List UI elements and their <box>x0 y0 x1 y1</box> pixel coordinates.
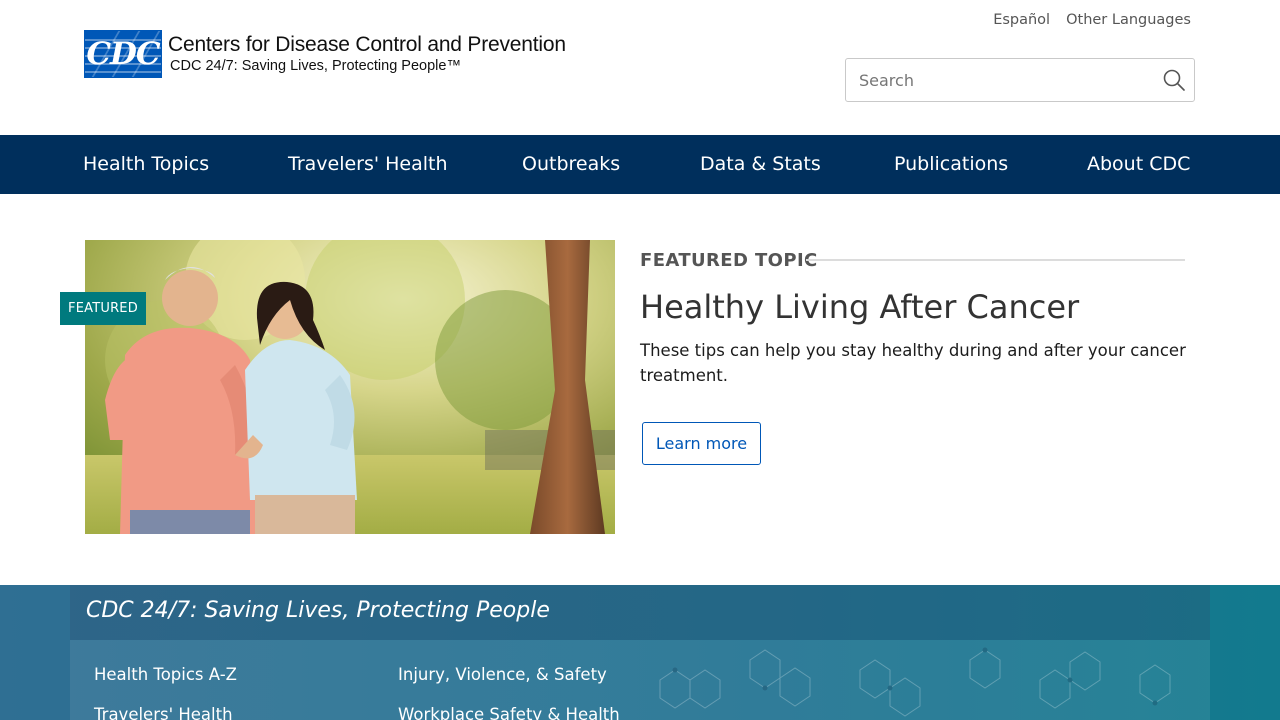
lang-link-other[interactable]: Other Languages <box>1066 12 1191 28</box>
nav-item-travelers-health[interactable]: Travelers' Health <box>288 135 448 194</box>
nav-item-about-cdc[interactable]: About CDC <box>1087 135 1190 194</box>
footer-link-health-topics-az[interactable]: Health Topics A-Z <box>94 665 237 684</box>
featured-title[interactable]: Healthy Living After Cancer <box>640 288 1079 326</box>
search-input[interactable] <box>846 59 1154 101</box>
cdc-logo-mark: CDC <box>84 30 162 78</box>
language-links: Español Other Languages <box>993 12 1191 28</box>
featured-topic-label: FEATURED TOPIC <box>640 250 818 271</box>
site-header: CDC Centers for Disease Control and Prev… <box>0 0 1280 135</box>
org-name: Centers for Disease Control and Preventi… <box>168 33 566 56</box>
nav-item-outbreaks[interactable]: Outbreaks <box>522 135 620 194</box>
main-nav: Health Topics Travelers' Health Outbreak… <box>0 135 1280 194</box>
lang-link-espanol[interactable]: Español <box>993 12 1050 28</box>
featured-description: These tips can help you stay healthy dur… <box>640 341 1186 385</box>
featured-image[interactable] <box>85 240 615 534</box>
learn-more-button[interactable]: Learn more <box>642 422 761 465</box>
nav-item-health-topics[interactable]: Health Topics <box>83 135 209 194</box>
search-icon[interactable] <box>1154 59 1194 101</box>
footer-link-travelers-health[interactable]: Travelers' Health <box>94 705 233 720</box>
hexagon-pattern-decoration <box>659 647 1171 717</box>
cdc-logo-letters: CDC <box>86 36 160 72</box>
nav-item-data-stats[interactable]: Data & Stats <box>700 135 821 194</box>
featured-divider <box>806 259 1185 261</box>
footer-link-workplace-safety[interactable]: Workplace Safety & Health <box>398 705 620 720</box>
nav-item-publications[interactable]: Publications <box>894 135 1008 194</box>
cdc-logo[interactable]: CDC Centers for Disease Control and Prev… <box>84 30 566 78</box>
search-box <box>845 58 1195 102</box>
org-tagline: CDC 24/7: Saving Lives, Protecting Peopl… <box>170 58 461 74</box>
footer-tagline: CDC 24/7: Saving Lives, Protecting Peopl… <box>86 598 550 623</box>
featured-badge: FEATURED <box>60 292 146 325</box>
footer-link-injury-violence-safety[interactable]: Injury, Violence, & Safety <box>398 665 607 684</box>
